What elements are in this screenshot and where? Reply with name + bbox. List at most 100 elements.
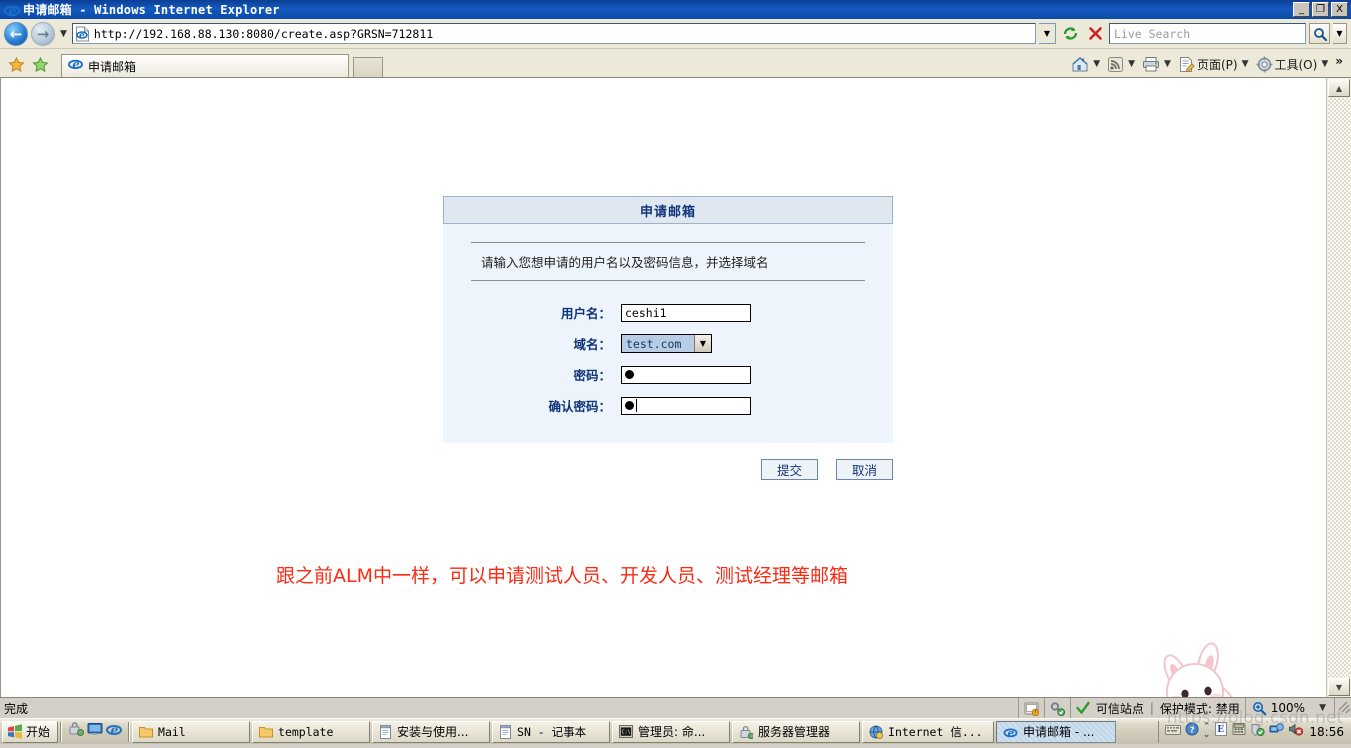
green-check-icon: [1076, 701, 1090, 715]
chevron-down-icon[interactable]: ▼: [1319, 59, 1330, 69]
username-label: 用户名：: [560, 306, 611, 321]
resize-grip[interactable]: [1335, 698, 1351, 718]
search-go-button[interactable]: [1309, 23, 1330, 44]
task-button-cmd-admin[interactable]: C:\ 管理员: 命...: [612, 720, 731, 743]
notepad-icon: [500, 724, 512, 739]
status-message: 完成: [4, 701, 29, 716]
chevron-down-icon[interactable]: ▼: [1091, 59, 1102, 69]
apply-mailbox-panel: 申请邮箱 请输入您想申请的用户名以及密码信息，并选择域名 用户名： ceshi1…: [443, 196, 893, 443]
window-controls: _ ❐ X: [1293, 2, 1348, 17]
forward-arrow-icon[interactable]: →: [31, 21, 55, 46]
back-arrow-icon[interactable]: ←: [4, 21, 28, 46]
close-button[interactable]: X: [1331, 2, 1348, 17]
chevron-down-icon[interactable]: ▼: [694, 335, 711, 352]
ie-icon: e: [68, 56, 83, 76]
start-button[interactable]: 开始: [2, 720, 59, 743]
web-page-content: 申请邮箱 请输入您想申请的用户名以及密码信息，并选择域名 用户名： ceshi1…: [1, 78, 1326, 697]
print-button[interactable]: ▼: [1140, 56, 1175, 73]
search-input[interactable]: Live Search: [1109, 23, 1306, 44]
feeds-button[interactable]: ▼: [1105, 56, 1139, 73]
ime-toggle-icon[interactable]: ⌃ ⌄: [1203, 723, 1211, 739]
show-desktop-lock-icon[interactable]: [68, 721, 85, 742]
trusted-zone-cell[interactable]: 可信站点 | 保护模式: 禁用: [1071, 698, 1246, 718]
new-tab-button[interactable]: [353, 57, 383, 77]
editor-icon[interactable]: E: [1214, 722, 1228, 741]
tab-item-active[interactable]: e 申请邮箱: [61, 54, 349, 77]
task-button-template[interactable]: template: [252, 720, 371, 743]
address-input[interactable]: e http://192.168.88.130:8080/create.asp?…: [71, 23, 1036, 44]
window-title: 申请邮箱 - Windows Internet Explorer: [23, 3, 280, 17]
svg-text:e: e: [72, 57, 79, 71]
task-button-iis[interactable]: Internet 信...: [862, 720, 995, 743]
task-button-apply-mailbox[interactable]: e 申请邮箱 - ...: [996, 720, 1117, 743]
command-bar-overflow[interactable]: »: [1333, 54, 1347, 74]
form-row-password: 密码：: [443, 359, 893, 390]
shield-check-icon[interactable]: [1250, 722, 1266, 741]
star-icon: [7, 56, 25, 72]
domain-select[interactable]: test.com ▼: [621, 334, 712, 353]
stop-button[interactable]: [1084, 23, 1106, 45]
page-menu-button[interactable]: 页面(P) ▼: [1176, 56, 1253, 73]
calculator-icon[interactable]: [1232, 722, 1246, 741]
rabbit-with-piggybanks-image: [1104, 636, 1264, 697]
cancel-button[interactable]: 取消: [836, 459, 893, 480]
tab-bar: e 申请邮箱 ▼ ▼ ▼ 页面(P) ▼ 工具(O) ▼ »: [0, 49, 1351, 78]
maximize-button[interactable]: ❐: [1312, 2, 1329, 17]
search-dropdown-button[interactable]: ▼: [1333, 23, 1347, 44]
chevron-down-icon[interactable]: ▼: [1317, 703, 1328, 713]
username-input[interactable]: ceshi1: [621, 303, 751, 322]
tools-menu-button[interactable]: 工具(O) ▼: [1254, 56, 1333, 73]
confirm-password-input[interactable]: [621, 396, 751, 415]
chevron-down-icon[interactable]: ▼: [1162, 59, 1173, 69]
task-label: 管理员: 命...: [638, 725, 706, 739]
privacy-icon-cell[interactable]: [1045, 698, 1071, 718]
ie-icon[interactable]: e: [106, 721, 123, 742]
quick-launch-bar: e: [64, 721, 126, 742]
scroll-up-button[interactable]: ▲: [1328, 79, 1350, 97]
keyboard-ime-icon[interactable]: [1164, 723, 1181, 741]
task-button-server-manager[interactable]: 服务器管理器: [732, 720, 861, 743]
refresh-button[interactable]: [1059, 23, 1081, 45]
chevron-down-icon[interactable]: ▼: [1126, 59, 1137, 69]
network-icon[interactable]: [1269, 722, 1285, 741]
home-button[interactable]: ▼: [1069, 55, 1104, 73]
command-bar: ▼ ▼ ▼ 页面(P) ▼ 工具(O) ▼ »: [1069, 54, 1347, 77]
divider-bottom: [471, 280, 865, 281]
page-title: 申请邮箱: [639, 204, 696, 220]
favorites-center-button[interactable]: [5, 53, 27, 77]
text-cursor: [636, 399, 637, 412]
page-menu-icon: [1179, 56, 1195, 72]
svg-text:C:\: C:\: [622, 729, 631, 735]
zoom-control[interactable]: 100% ▼: [1246, 698, 1335, 718]
vertical-scrollbar[interactable]: ▲ ▼: [1326, 78, 1351, 697]
scrollbar-track[interactable]: [1328, 98, 1350, 677]
volume-muted-icon[interactable]: [1288, 722, 1304, 741]
help-circle-icon[interactable]: ?: [1185, 722, 1199, 741]
task-button-mail[interactable]: Mail: [132, 720, 251, 743]
ie-icon: e: [1003, 727, 1018, 739]
chevron-down-icon[interactable]: ▼: [58, 29, 69, 39]
taskbar-clock[interactable]: 18:56: [1309, 725, 1344, 739]
submit-button[interactable]: 提交: [761, 459, 818, 480]
minimize-button[interactable]: _: [1293, 2, 1310, 17]
monitor-icon[interactable]: [87, 721, 103, 742]
tools-menu-label: 工具(O): [1274, 57, 1318, 72]
password-input[interactable]: [621, 365, 751, 384]
printer-icon: [1143, 56, 1160, 71]
registration-form: 用户名： ceshi1 域名： test.com ▼ 密码： 确认密码：: [443, 297, 893, 421]
security-zone-icon-cell[interactable]: !: [1019, 698, 1045, 718]
taskbar: 开始 e Mail template 安装与使用... SN - 记事本 C:\…: [0, 718, 1351, 744]
scroll-down-button[interactable]: ▼: [1328, 678, 1350, 696]
zone-text: 可信站点: [1095, 701, 1144, 716]
panel-body: 请输入您想申请的用户名以及密码信息，并选择域名 用户名： ceshi1 域名： …: [443, 224, 893, 443]
iis-icon: [869, 725, 884, 739]
chevron-down-icon[interactable]: ▼: [1240, 59, 1251, 69]
folder-icon: [259, 727, 274, 738]
protected-mode-text: 保护模式: 禁用: [1159, 701, 1240, 716]
address-text: http://192.168.88.130:8080/create.asp?GR…: [93, 26, 434, 41]
page-menu-label: 页面(P): [1196, 57, 1238, 72]
task-button-install-guide[interactable]: 安装与使用...: [372, 720, 491, 743]
address-dropdown-button[interactable]: chevron-down-icon▼: [1039, 23, 1056, 44]
task-button-sn-notepad[interactable]: SN - 记事本: [492, 720, 611, 743]
add-favorite-button[interactable]: [29, 53, 51, 77]
